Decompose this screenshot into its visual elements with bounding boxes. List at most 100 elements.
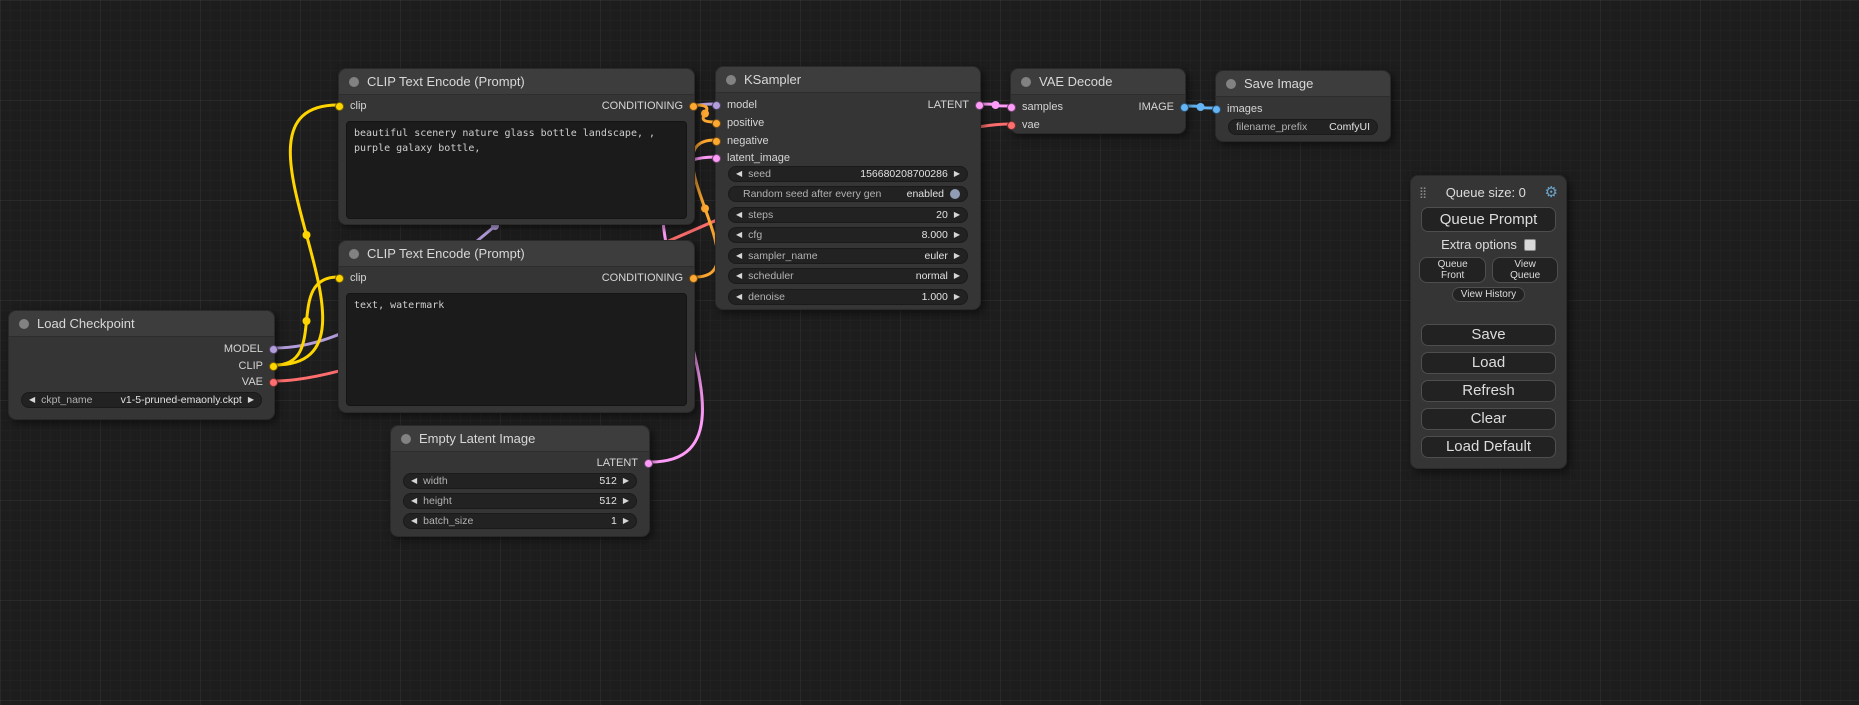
widget-denoise[interactable]: ◀ denoise 1.000 ▶ bbox=[728, 289, 968, 305]
output-slot-clip[interactable]: CLIP bbox=[239, 358, 278, 374]
widget-filename-prefix[interactable]: filename_prefix ComfyUI bbox=[1228, 119, 1378, 135]
node-title-bar[interactable]: VAE Decode bbox=[1011, 69, 1185, 95]
node-empty-latent-image[interactable]: Empty Latent Image LATENT ◀ width 512 ▶ … bbox=[390, 425, 650, 537]
samples-input-dot[interactable] bbox=[1007, 103, 1016, 112]
positive-input-dot[interactable] bbox=[712, 119, 721, 128]
output-slot-image[interactable]: IMAGE bbox=[1139, 99, 1189, 115]
collapse-dot[interactable] bbox=[726, 75, 736, 85]
latent-output-dot[interactable] bbox=[644, 459, 653, 468]
settings-gear-icon[interactable]: ⚙ bbox=[1545, 183, 1558, 201]
image-output-dot[interactable] bbox=[1180, 103, 1189, 112]
decrement-arrow-icon[interactable]: ◀ bbox=[411, 497, 417, 505]
decrement-arrow-icon[interactable]: ◀ bbox=[736, 170, 742, 178]
output-slot-latent[interactable]: LATENT bbox=[928, 97, 984, 113]
load-default-button[interactable]: Load Default bbox=[1421, 436, 1556, 458]
collapse-dot[interactable] bbox=[19, 319, 29, 329]
increment-arrow-icon[interactable]: ▶ bbox=[954, 293, 960, 301]
increment-arrow-icon[interactable]: ▶ bbox=[248, 396, 254, 404]
queue-prompt-button[interactable]: Queue Prompt bbox=[1421, 207, 1556, 232]
load-button[interactable]: Load bbox=[1421, 352, 1556, 374]
decrement-arrow-icon[interactable]: ◀ bbox=[411, 517, 417, 525]
clip-output-dot[interactable] bbox=[269, 362, 278, 371]
widget-scheduler[interactable]: ◀ scheduler normal ▶ bbox=[728, 268, 968, 284]
vae-output-dot[interactable] bbox=[269, 378, 278, 387]
node-title-bar[interactable]: Empty Latent Image bbox=[391, 426, 649, 452]
collapse-dot[interactable] bbox=[349, 249, 359, 259]
save-button[interactable]: Save bbox=[1421, 324, 1556, 346]
negative-prompt-textarea[interactable]: text, watermark bbox=[346, 293, 687, 406]
decrement-arrow-icon[interactable]: ◀ bbox=[411, 477, 417, 485]
increment-arrow-icon[interactable]: ▶ bbox=[954, 252, 960, 260]
node-graph-canvas[interactable]: Load Checkpoint MODEL CLIP VAE ◀ ckpt_na… bbox=[0, 0, 1859, 705]
output-slot-vae[interactable]: VAE bbox=[242, 374, 278, 390]
model-input-dot[interactable] bbox=[712, 101, 721, 110]
input-slot-latent-image[interactable]: latent_image bbox=[712, 150, 790, 166]
view-history-button[interactable]: View History bbox=[1452, 287, 1525, 302]
output-slot-latent[interactable]: LATENT bbox=[597, 455, 653, 471]
decrement-arrow-icon[interactable]: ◀ bbox=[736, 272, 742, 280]
collapse-dot[interactable] bbox=[1226, 79, 1236, 89]
decrement-arrow-icon[interactable]: ◀ bbox=[736, 252, 742, 260]
widget-width[interactable]: ◀ width 512 ▶ bbox=[403, 473, 637, 489]
node-title-bar[interactable]: Load Checkpoint bbox=[9, 311, 274, 337]
output-slot-model[interactable]: MODEL bbox=[224, 341, 278, 357]
node-ksampler[interactable]: KSampler model positive negative latent_… bbox=[715, 66, 981, 310]
view-queue-button[interactable]: View Queue bbox=[1492, 257, 1558, 283]
input-slot-vae[interactable]: vae bbox=[1007, 117, 1040, 133]
increment-arrow-icon[interactable]: ▶ bbox=[954, 211, 960, 219]
widget-ckpt-name[interactable]: ◀ ckpt_name v1-5-pruned-emaonly.ckpt ▶ bbox=[21, 392, 262, 408]
increment-arrow-icon[interactable]: ▶ bbox=[623, 477, 629, 485]
clip-input-dot[interactable] bbox=[335, 102, 344, 111]
clear-button[interactable]: Clear bbox=[1421, 408, 1556, 430]
node-vae-decode[interactable]: VAE Decode samples vae IMAGE bbox=[1010, 68, 1186, 134]
widget-random-seed[interactable]: Random seed after every gen enabled bbox=[728, 186, 968, 202]
clip-input-dot[interactable] bbox=[335, 274, 344, 283]
queue-front-button[interactable]: Queue Front bbox=[1419, 257, 1486, 283]
collapse-dot[interactable] bbox=[349, 77, 359, 87]
latent-output-dot[interactable] bbox=[975, 101, 984, 110]
conditioning-output-dot[interactable] bbox=[689, 274, 698, 283]
decrement-arrow-icon[interactable]: ◀ bbox=[736, 211, 742, 219]
widget-steps[interactable]: ◀ steps 20 ▶ bbox=[728, 207, 968, 223]
increment-arrow-icon[interactable]: ▶ bbox=[954, 231, 960, 239]
extra-options-checkbox[interactable] bbox=[1524, 239, 1536, 251]
vae-input-dot[interactable] bbox=[1007, 121, 1016, 130]
refresh-button[interactable]: Refresh bbox=[1421, 380, 1556, 402]
latent-input-dot[interactable] bbox=[712, 154, 721, 163]
node-title-bar[interactable]: KSampler bbox=[716, 67, 980, 93]
input-slot-samples[interactable]: samples bbox=[1007, 99, 1063, 115]
collapse-dot[interactable] bbox=[1021, 77, 1031, 87]
collapse-dot[interactable] bbox=[401, 434, 411, 444]
toggle-dot[interactable] bbox=[950, 189, 960, 199]
increment-arrow-icon[interactable]: ▶ bbox=[954, 272, 960, 280]
images-input-dot[interactable] bbox=[1212, 105, 1221, 114]
widget-cfg[interactable]: ◀ cfg 8.000 ▶ bbox=[728, 227, 968, 243]
output-slot-conditioning[interactable]: CONDITIONING bbox=[602, 98, 698, 114]
model-output-dot[interactable] bbox=[269, 345, 278, 354]
positive-prompt-textarea[interactable]: beautiful scenery nature glass bottle la… bbox=[346, 121, 687, 219]
node-title-bar[interactable]: CLIP Text Encode (Prompt) bbox=[339, 69, 694, 95]
node-load-checkpoint[interactable]: Load Checkpoint MODEL CLIP VAE ◀ ckpt_na… bbox=[8, 310, 275, 420]
menu-drag-handle-icon[interactable]: ⣿ bbox=[1419, 186, 1427, 199]
node-title-bar[interactable]: CLIP Text Encode (Prompt) bbox=[339, 241, 694, 267]
node-title-bar[interactable]: Save Image bbox=[1216, 71, 1390, 97]
decrement-arrow-icon[interactable]: ◀ bbox=[29, 396, 35, 404]
node-clip-text-encode-positive[interactable]: CLIP Text Encode (Prompt) clip CONDITION… bbox=[338, 68, 695, 225]
decrement-arrow-icon[interactable]: ◀ bbox=[736, 231, 742, 239]
widget-seed[interactable]: ◀ seed 156680208700286 ▶ bbox=[728, 166, 968, 182]
input-slot-clip[interactable]: clip bbox=[335, 98, 367, 114]
input-slot-images[interactable]: images bbox=[1212, 101, 1262, 117]
node-clip-text-encode-negative[interactable]: CLIP Text Encode (Prompt) clip CONDITION… bbox=[338, 240, 695, 413]
input-slot-clip[interactable]: clip bbox=[335, 270, 367, 286]
increment-arrow-icon[interactable]: ▶ bbox=[623, 517, 629, 525]
input-slot-positive[interactable]: positive bbox=[712, 115, 764, 131]
widget-batch-size[interactable]: ◀ batch_size 1 ▶ bbox=[403, 513, 637, 529]
widget-height[interactable]: ◀ height 512 ▶ bbox=[403, 493, 637, 509]
input-slot-negative[interactable]: negative bbox=[712, 133, 769, 149]
increment-arrow-icon[interactable]: ▶ bbox=[623, 497, 629, 505]
widget-sampler-name[interactable]: ◀ sampler_name euler ▶ bbox=[728, 248, 968, 264]
increment-arrow-icon[interactable]: ▶ bbox=[954, 170, 960, 178]
output-slot-conditioning[interactable]: CONDITIONING bbox=[602, 270, 698, 286]
decrement-arrow-icon[interactable]: ◀ bbox=[736, 293, 742, 301]
input-slot-model[interactable]: model bbox=[712, 97, 757, 113]
